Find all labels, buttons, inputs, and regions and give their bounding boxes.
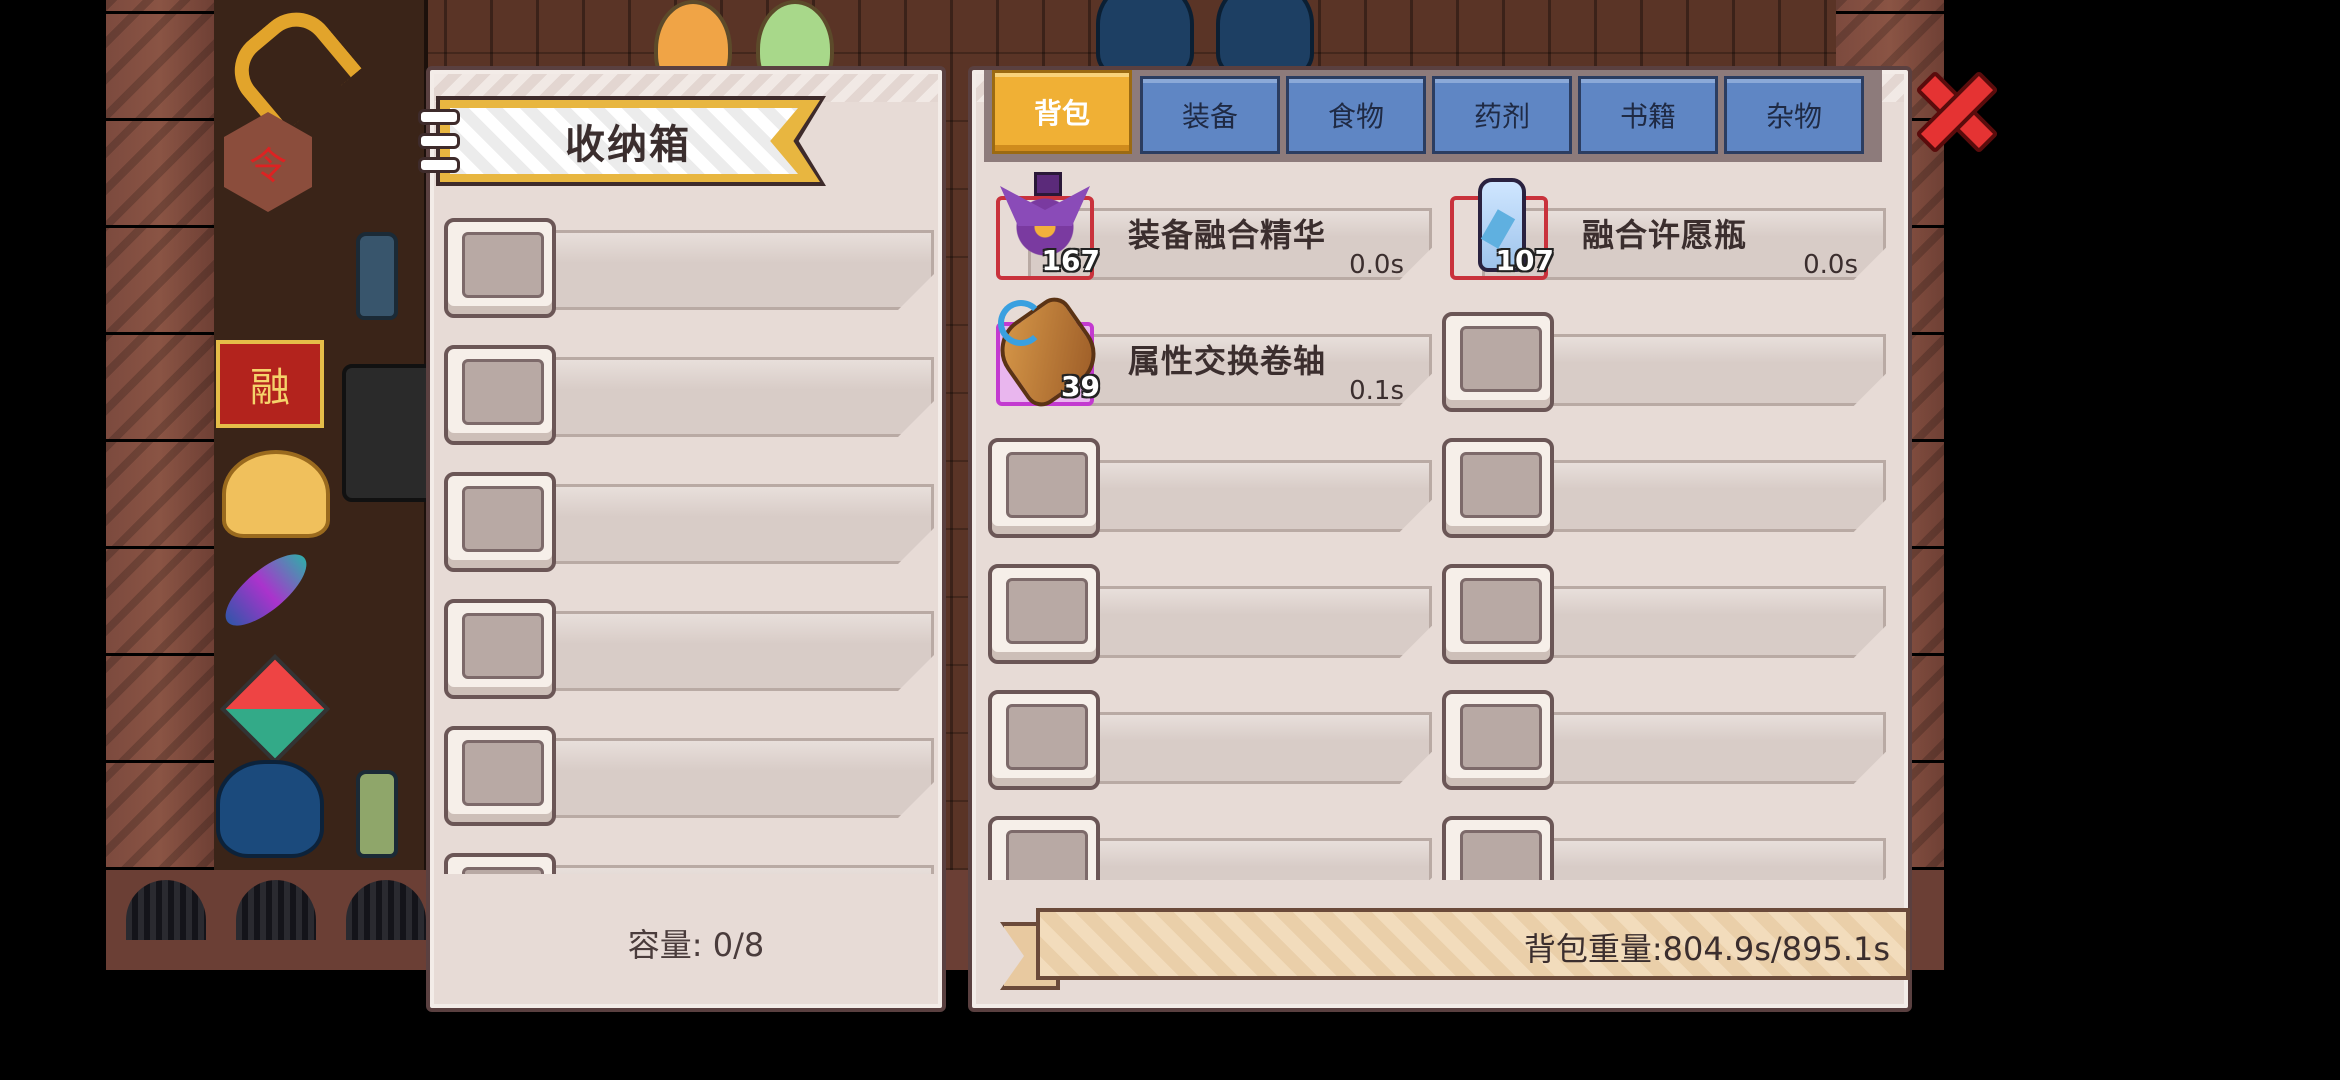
item-weight: 0.0s — [1349, 250, 1404, 280]
bag-weight-ribbon: 背包重量:804.9s/895.1s — [1000, 908, 1910, 994]
empty-bag-slot[interactable] — [1442, 676, 1886, 790]
empty-bag-slot[interactable] — [988, 676, 1432, 790]
storage-capacity: 容量: 0/8 — [627, 926, 765, 964]
tab-books[interactable]: 书籍 — [1578, 76, 1718, 154]
storage-slot[interactable] — [444, 345, 934, 447]
item-slot-fusion-essence[interactable]: 167 装备融合精华 0.0s — [988, 172, 1432, 284]
tab-potion[interactable]: 药剂 — [1432, 76, 1572, 154]
item-weight: 0.0s — [1803, 250, 1858, 280]
empty-slot-icon — [1442, 690, 1554, 790]
storage-slot-list[interactable] — [440, 218, 940, 874]
storage-slot[interactable] — [444, 472, 934, 574]
item-weight: 0.1s — [1349, 376, 1404, 406]
empty-slot-icon — [444, 599, 556, 699]
floor-grate — [236, 880, 316, 940]
binder-rings-icon — [418, 104, 460, 180]
empty-bag-slot[interactable] — [1442, 550, 1886, 664]
storage-slot[interactable] — [444, 599, 934, 701]
item-name: 装备融合精华 — [1128, 216, 1327, 254]
storage-title: 收纳箱 — [565, 122, 691, 168]
tab-equipment[interactable]: 装备 — [1140, 76, 1280, 154]
empty-bag-slot[interactable] — [1442, 424, 1886, 538]
bottle-icon — [356, 232, 398, 320]
empty-slot-icon — [444, 472, 556, 572]
category-tab-bar: 背包 装备 食物 药剂 书籍 杂物 — [984, 70, 1882, 162]
empty-bag-slot[interactable] — [988, 550, 1432, 664]
bag-weight-text: 背包重量:804.9s/895.1s — [1523, 930, 1890, 968]
item-count: 167 — [1041, 244, 1100, 277]
item-slot-wish-bottle[interactable]: 107 融合许愿瓶 0.0s — [1442, 172, 1886, 284]
empty-slot-icon — [988, 564, 1100, 664]
empty-slot-icon — [444, 345, 556, 445]
empty-bag-slot[interactable] — [1442, 298, 1886, 412]
empty-slot-icon — [444, 218, 556, 318]
storage-slot[interactable] — [444, 218, 934, 320]
empty-slot-icon — [1442, 438, 1554, 538]
empty-slot-icon — [1442, 564, 1554, 664]
green-bottle-icon — [356, 770, 398, 858]
item-count: 107 — [1495, 244, 1554, 277]
item-name: 融合许愿瓶 — [1582, 216, 1748, 254]
floor-grate — [126, 880, 206, 940]
ribbon-body: 背包重量:804.9s/895.1s — [1036, 908, 1910, 980]
storage-slot[interactable] — [444, 726, 934, 828]
floor-grate — [346, 880, 426, 940]
blue-pouch-icon — [216, 760, 324, 858]
item-count: 39 — [1061, 370, 1100, 403]
brick-wall-left — [106, 0, 214, 870]
empty-bag-slot[interactable] — [988, 802, 1432, 880]
red-sign-icon: 融 — [216, 340, 324, 428]
close-icon[interactable] — [1916, 70, 1990, 144]
tab-food[interactable]: 食物 — [1286, 76, 1426, 154]
storage-slot[interactable] — [444, 853, 934, 874]
item-slot-attribute-scroll[interactable]: 39 属性交换卷轴 0.1s — [988, 298, 1432, 410]
storage-title-banner: 收纳箱 — [418, 92, 842, 190]
shell-icon — [222, 450, 330, 538]
empty-slot-icon — [1442, 312, 1554, 412]
tab-backpack[interactable]: 背包 — [992, 70, 1132, 154]
empty-slot-icon — [444, 726, 556, 826]
empty-slot-icon — [988, 690, 1100, 790]
empty-slot-icon — [1442, 816, 1554, 880]
tab-misc[interactable]: 杂物 — [1724, 76, 1864, 154]
empty-bag-slot[interactable] — [1442, 802, 1886, 880]
backpack-item-grid[interactable]: 167 装备融合精华 0.0s 107 融合许愿瓶 0.0s 39 属性交换卷轴… — [984, 172, 1894, 880]
empty-slot-icon — [444, 853, 556, 874]
item-name: 属性交换卷轴 — [1128, 342, 1327, 380]
empty-slot-icon — [988, 816, 1100, 880]
empty-slot-icon — [988, 438, 1100, 538]
empty-bag-slot[interactable] — [988, 424, 1432, 538]
